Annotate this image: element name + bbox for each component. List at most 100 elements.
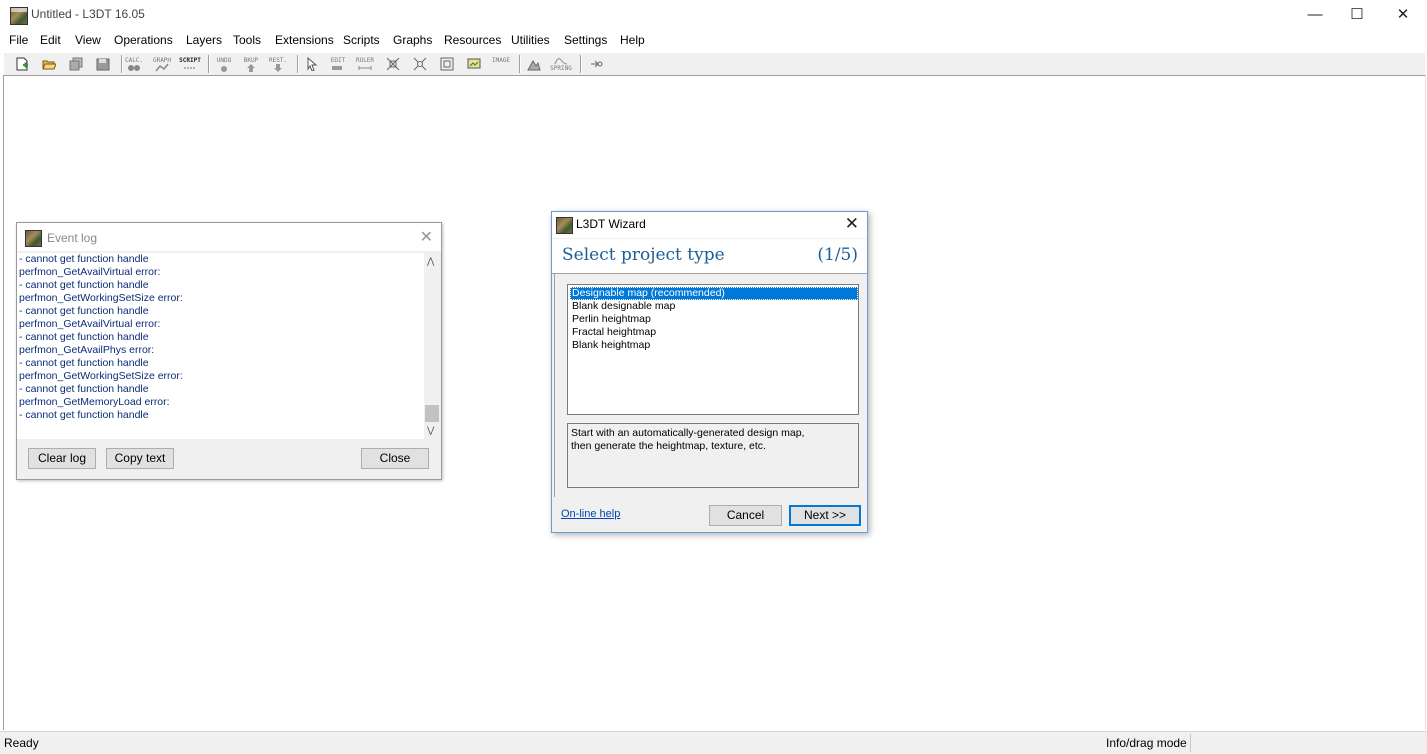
restore-button[interactable]: REST.	[268, 55, 288, 73]
event-log-close-icon[interactable]: ✕	[420, 227, 433, 247]
toolbar: CALC. GRAPH SCRIPT UNDO BKUP REST. EDIT …	[4, 52, 1425, 76]
save-button[interactable]	[93, 55, 113, 73]
graph-icon	[155, 63, 169, 72]
event-log-titlebar[interactable]: Event log ✕	[17, 223, 441, 251]
3d-view-button[interactable]	[464, 55, 484, 73]
menu-help[interactable]: Help	[620, 33, 645, 47]
event-log-scrollbar[interactable]: ⋀ ⋁	[424, 253, 440, 439]
wizard-step-indicator: (1/5)	[817, 245, 858, 265]
open-button[interactable]	[39, 55, 59, 73]
menu-layers[interactable]: Layers	[186, 33, 222, 47]
edit-pencil-icon	[332, 66, 342, 70]
project-type-list[interactable]: Designable map (recommended) Blank desig…	[567, 284, 859, 415]
graph-button[interactable]: GRAPH	[152, 55, 172, 73]
new-file-button[interactable]	[12, 55, 32, 73]
menu-scripts[interactable]: Scripts	[343, 33, 380, 47]
menu-tools[interactable]: Tools	[233, 33, 261, 47]
status-mode: Info/drag mode	[1106, 736, 1187, 750]
menu-graphs[interactable]: Graphs	[393, 33, 432, 47]
menu-resources[interactable]: Resources	[444, 33, 501, 47]
restore-arrow-icon	[274, 64, 282, 72]
edit-tool-button[interactable]: EDIT	[328, 55, 348, 73]
spring-button[interactable]: SPRING	[550, 55, 572, 73]
extra-tool-icon	[591, 60, 603, 68]
maximize-button[interactable]: ☐	[1334, 0, 1380, 30]
status-divider	[1190, 734, 1191, 752]
status-text: Ready	[4, 736, 39, 750]
minimize-button[interactable]: —	[1292, 0, 1338, 30]
script-label: SCRIPT	[179, 57, 201, 64]
ruler-icon	[358, 66, 372, 70]
undo-button[interactable]: UNDO	[214, 55, 234, 73]
wizard-body: Designable map (recommended) Blank desig…	[554, 274, 866, 497]
toolbar-separator	[208, 55, 210, 73]
frame-button[interactable]	[437, 55, 457, 73]
wizard-dialog: L3DT Wizard ✕ Select project type (1/5) …	[551, 211, 868, 533]
image-drape-button[interactable]: IMAGE	[491, 55, 511, 73]
3d-view-icon	[467, 58, 481, 69]
log-line: perfmon_GetWorkingSetSize error:	[19, 370, 183, 382]
mountain-icon	[527, 60, 541, 71]
toolbar-separator	[580, 55, 582, 73]
description-line: then generate the heightmap, texture, et…	[571, 440, 766, 452]
next-button[interactable]: Next >>	[789, 505, 861, 526]
save-all-button[interactable]	[66, 55, 86, 73]
log-line: - cannot get function handle	[19, 279, 149, 291]
wizard-title: L3DT Wizard	[576, 217, 646, 231]
log-line: perfmon_GetAvailVirtual error:	[19, 318, 161, 330]
menu-settings[interactable]: Settings	[564, 33, 607, 47]
menu-file[interactable]: File	[9, 33, 28, 47]
app-icon	[10, 7, 28, 25]
edit-label: EDIT	[330, 57, 346, 64]
menu-utilities[interactable]: Utilities	[511, 33, 550, 47]
scroll-down-icon[interactable]: ⋁	[427, 425, 434, 436]
log-line: perfmon_GetMemoryLoad error:	[19, 396, 170, 408]
online-help-link[interactable]: On-line help	[561, 508, 620, 520]
log-line: perfmon_GetWorkingSetSize error:	[19, 292, 183, 304]
image-label: IMAGE	[491, 57, 511, 64]
zoom-icon	[386, 57, 400, 71]
save-all-icon	[69, 57, 83, 71]
title-bar: Untitled - L3DT 16.05 — ☐ ✕	[0, 0, 1427, 30]
wizard-titlebar[interactable]: L3DT Wizard ✕	[552, 212, 867, 238]
undo-icon	[221, 66, 227, 72]
option-blank-designable-map[interactable]: Blank designable map	[570, 300, 858, 313]
log-line: - cannot get function handle	[19, 357, 149, 369]
toolbar-separator	[297, 55, 299, 73]
frame-icon	[440, 57, 454, 71]
menu-view[interactable]: View	[75, 33, 101, 47]
mountain-button[interactable]	[524, 55, 544, 73]
wizard-close-icon[interactable]: ✕	[845, 214, 859, 234]
close-log-button[interactable]: Close	[361, 448, 429, 469]
extra-tool-button[interactable]	[586, 55, 606, 73]
spring-icon	[554, 58, 568, 65]
option-perlin-heightmap[interactable]: Perlin heightmap	[570, 313, 858, 326]
zoom-fit-button[interactable]	[410, 55, 430, 73]
log-line: perfmon_GetAvailPhys error:	[19, 344, 155, 356]
copy-text-button[interactable]: Copy text	[106, 448, 174, 469]
calc-button[interactable]: CALC.	[124, 55, 144, 73]
scroll-up-icon[interactable]: ⋀	[427, 256, 434, 267]
cursor-icon	[307, 57, 318, 71]
pointer-tool-button[interactable]	[302, 55, 322, 73]
script-icon	[184, 67, 196, 69]
script-button[interactable]: SCRIPT	[179, 55, 201, 73]
window-title: Untitled - L3DT 16.05	[31, 7, 145, 21]
menu-edit[interactable]: Edit	[40, 33, 61, 47]
scrollbar-thumb[interactable]	[425, 405, 439, 422]
option-fractal-heightmap[interactable]: Fractal heightmap	[570, 326, 858, 339]
option-designable-map[interactable]: Designable map (recommended)	[570, 287, 858, 300]
menu-extensions[interactable]: Extensions	[275, 33, 334, 47]
option-blank-heightmap[interactable]: Blank heightmap	[570, 339, 858, 352]
spring-label: SPRING	[550, 65, 572, 72]
clear-log-button[interactable]: Clear log	[28, 448, 96, 469]
menu-operations[interactable]: Operations	[114, 33, 173, 47]
wizard-app-icon	[556, 217, 573, 234]
ruler-tool-button[interactable]: RULER	[355, 55, 375, 73]
event-log-text[interactable]: - cannot get function handle perfmon_Get…	[17, 253, 440, 439]
close-button[interactable]: ✕	[1380, 0, 1426, 30]
zoom-button[interactable]	[383, 55, 403, 73]
cancel-button[interactable]: Cancel	[709, 505, 782, 526]
toolbar-separator	[519, 55, 521, 73]
backup-button[interactable]: BKUP	[241, 55, 261, 73]
